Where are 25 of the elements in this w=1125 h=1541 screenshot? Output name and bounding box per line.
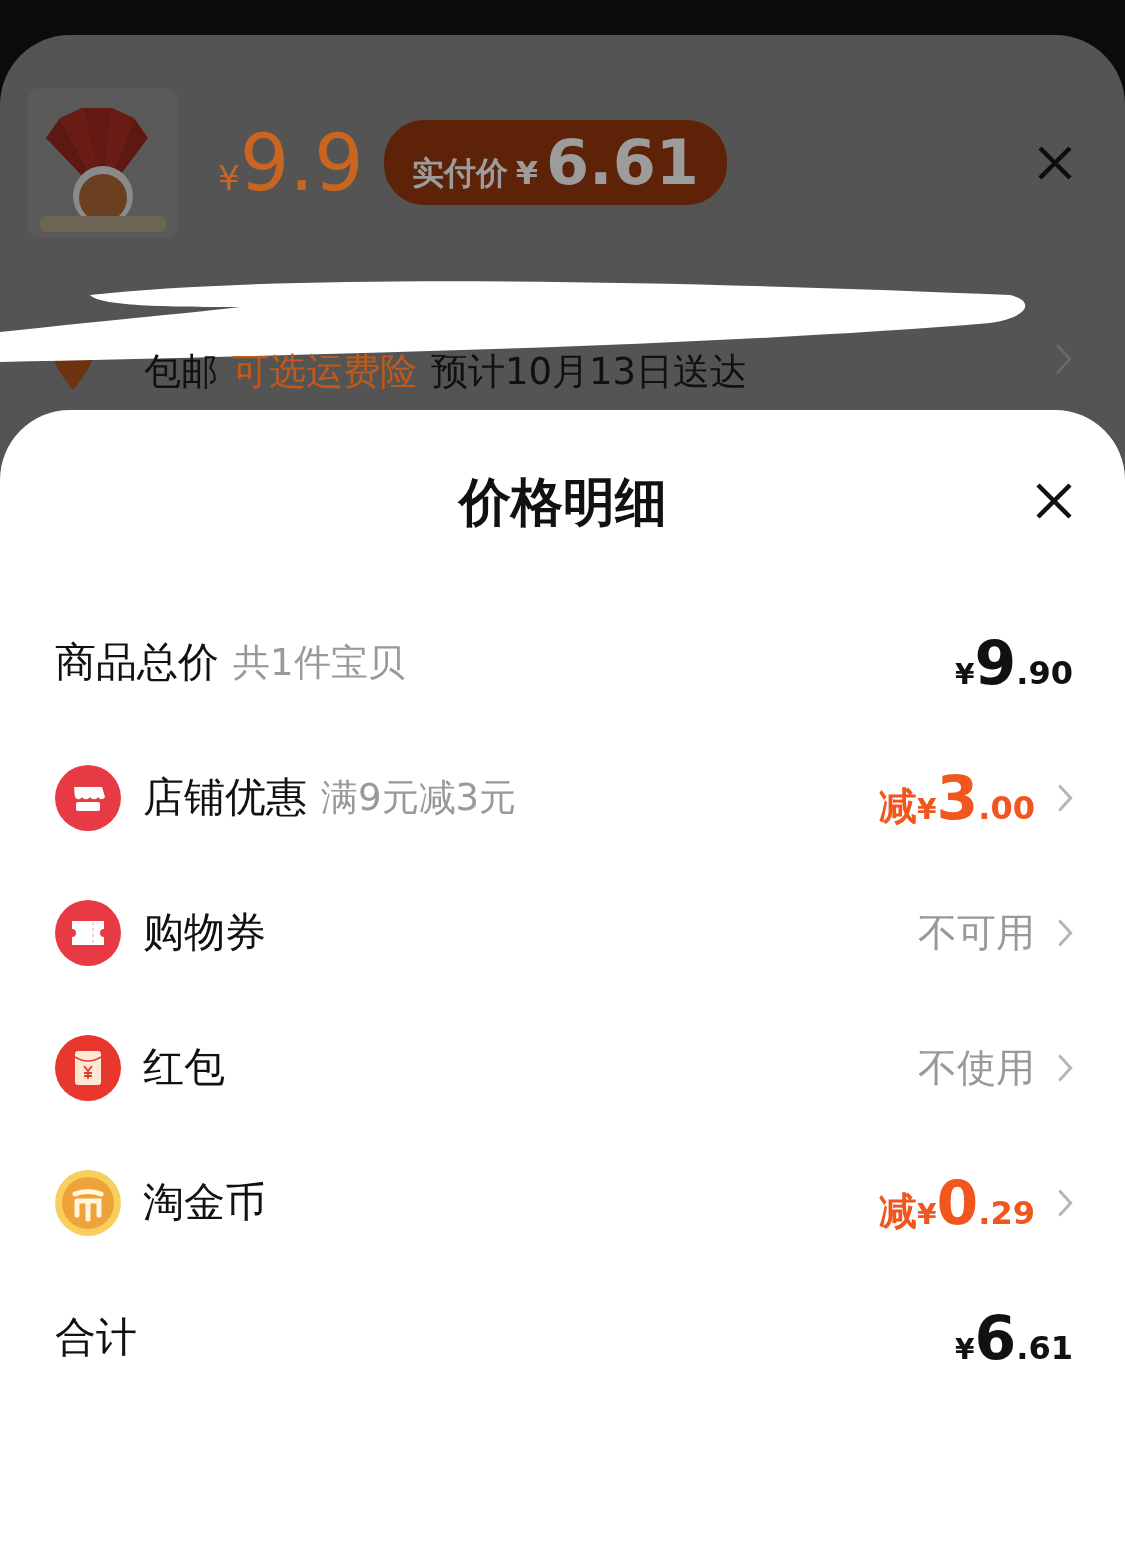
row-label: 购物券 — [143, 907, 266, 958]
row-label: 淘金币 — [143, 1177, 266, 1228]
price-amount: 减¥0.29 — [879, 1167, 1035, 1238]
row-label: 红包 — [143, 1042, 225, 1093]
row-note: 满9元减3元 — [321, 774, 517, 821]
row-label: 合计 — [55, 1312, 137, 1363]
price-amount: ¥6.61 — [955, 1302, 1073, 1373]
store-icon — [55, 764, 121, 831]
free-shipping-text: 包邮 — [144, 349, 218, 395]
price-amount: ¥9.90 — [955, 627, 1073, 698]
row-note: 共1件宝贝 — [233, 639, 405, 686]
price-amount: 减¥3.00 — [879, 762, 1035, 833]
sheet-title: 价格明细 — [458, 470, 667, 534]
delivery-estimate: 预计10月13日送达 — [431, 349, 748, 395]
shipping-insurance-link[interactable]: 可选运费险 — [232, 347, 417, 397]
row-status[interactable]: 不使用 — [918, 1040, 1035, 1095]
close-icon[interactable] — [1035, 482, 1073, 520]
ticket-icon — [55, 899, 121, 966]
row-label: 商品总价 — [55, 637, 219, 688]
row-label: 店铺优惠 — [143, 772, 307, 823]
envelope-icon — [55, 1034, 121, 1101]
product-price: ¥9.9 — [218, 117, 364, 208]
row-status[interactable]: 不可用 — [918, 905, 1035, 960]
paid-price-badge: 实付价 ¥6.61 — [383, 120, 727, 205]
coin-icon — [55, 1169, 121, 1236]
